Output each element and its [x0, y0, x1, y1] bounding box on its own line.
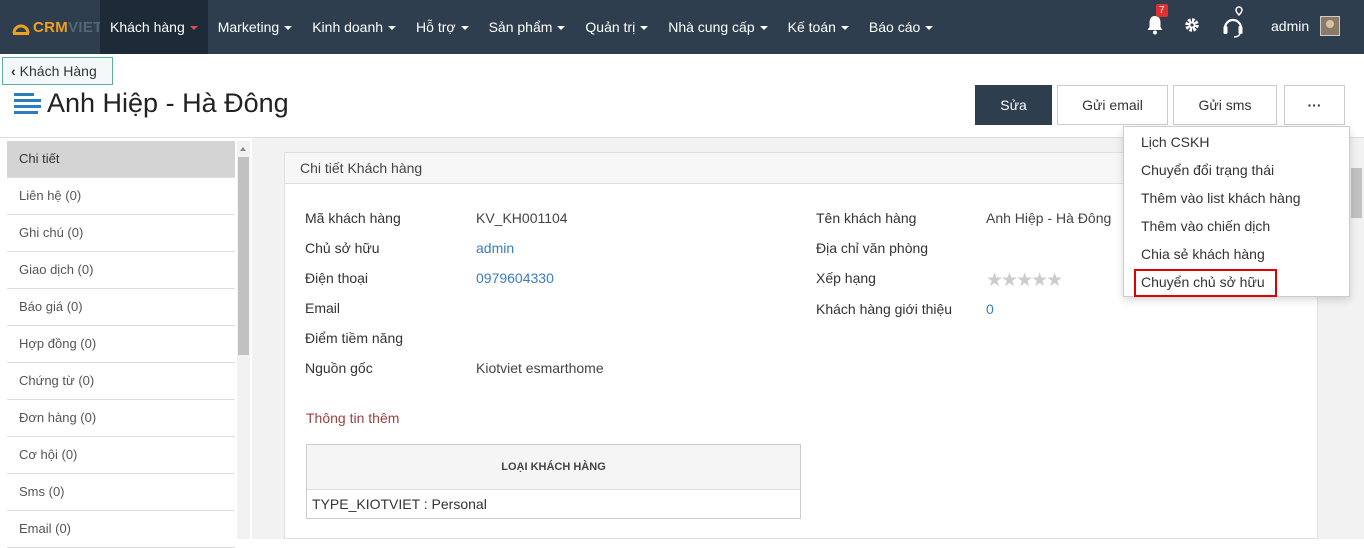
field-value-customer-code: KV_KH001104	[476, 210, 568, 226]
user-name[interactable]: admin	[1271, 18, 1309, 34]
menu-customers[interactable]: Khách hàng	[100, 0, 208, 54]
caret-down-icon	[640, 26, 649, 31]
logo-text: CRMVIET	[33, 19, 103, 36]
menu-item-add-to-campaign[interactable]: Thêm vào chiến dịch	[1141, 218, 1270, 234]
chevron-left-icon: ‹	[11, 63, 16, 79]
scroll-up-arrow-icon[interactable]	[240, 147, 246, 151]
field-value-phone[interactable]: 0979604330	[476, 270, 554, 286]
sidebar-scrollbar[interactable]	[237, 141, 250, 539]
customer-type-table: LOẠI KHÁCH HÀNG TYPE_KIOTVIET : Personal	[306, 444, 801, 519]
field-label-office-address: Địa chỉ văn phòng	[816, 240, 929, 256]
content-scrollbar[interactable]	[1349, 152, 1364, 539]
crm-logo-icon	[12, 24, 30, 35]
sidebar-item-quotes[interactable]: Báo giá (0)	[7, 289, 235, 326]
list-icon	[14, 92, 41, 115]
sidebar-item-notes[interactable]: Ghi chú (0)	[7, 215, 235, 252]
sidebar-item-detail[interactable]: Chi tiết	[7, 141, 235, 178]
field-label-source: Nguồn gốc	[305, 360, 373, 376]
field-label-rating: Xếp hạng	[816, 270, 876, 286]
sidebar-item-contacts[interactable]: Liên hệ (0)	[7, 178, 235, 215]
detail-sidebar: Chi tiết Liên hệ (0) Ghi chú (0) Giao dị…	[7, 141, 235, 548]
field-label-email: Email	[305, 300, 341, 316]
logo[interactable]: CRMVIET	[12, 19, 103, 36]
field-value-customer-name: Anh Hiệp - Hà Đông	[986, 210, 1112, 226]
caret-down-icon	[840, 26, 849, 31]
menu-accounting[interactable]: Kế toán	[778, 0, 859, 54]
sidebar-item-transactions[interactable]: Giao dịch (0)	[7, 252, 235, 289]
menu-products[interactable]: Sản phẩm	[479, 0, 576, 54]
field-value-referrer[interactable]: 0	[986, 301, 994, 317]
sidebar-item-vouchers[interactable]: Chứng từ (0)	[7, 363, 235, 400]
caret-down-icon	[925, 26, 934, 31]
menu-item-share-customer[interactable]: Chia sẻ khách hàng	[1141, 246, 1265, 262]
menu-reports[interactable]: Báo cáo	[859, 0, 943, 54]
menu-suppliers[interactable]: Nhà cung cấp	[658, 0, 777, 54]
caret-down-icon	[460, 26, 469, 31]
caret-down-icon	[284, 26, 293, 31]
page-title: Anh Hiệp - Hà Đông	[47, 88, 289, 118]
table-cell: TYPE_KIOTVIET : Personal	[312, 496, 487, 512]
field-label-owner: Chủ sở hữu	[305, 240, 380, 256]
headset-icon[interactable]	[1221, 6, 1249, 38]
caret-down-icon	[557, 26, 566, 31]
field-label-customer-name: Tên khách hàng	[816, 210, 917, 226]
menu-admin[interactable]: Quản trị	[575, 0, 658, 54]
notification-badge: 7	[1156, 4, 1168, 17]
edit-button[interactable]: Sửa	[975, 85, 1052, 125]
gear-icon[interactable]	[1184, 17, 1200, 33]
more-info-title: Thông tin thêm	[306, 410, 400, 426]
rating-stars[interactable]: ★★★★★	[986, 269, 1063, 292]
send-sms-button[interactable]: Gửi sms	[1173, 85, 1277, 125]
menu-support[interactable]: Hỗ trợ	[406, 0, 479, 54]
menu-item-care-schedule[interactable]: Lịch CSKH	[1141, 134, 1209, 150]
field-value-owner[interactable]: admin	[476, 240, 514, 256]
sidebar-item-sms[interactable]: Sms (0)	[7, 474, 235, 511]
field-label-phone: Điện thoại	[305, 270, 369, 286]
field-label-customer-code: Mã khách hàng	[305, 210, 401, 226]
caret-down-icon	[759, 26, 768, 31]
sidebar-item-opportunities[interactable]: Cơ hội (0)	[7, 437, 235, 474]
bell-icon[interactable]	[1146, 15, 1164, 35]
field-label-referrer: Khách hàng giới thiệu	[816, 301, 953, 317]
main-menu: Khách hàng Marketing Kinh doanh Hỗ trợ S…	[100, 0, 943, 54]
more-actions-dropdown: Lịch CSKH Chuyển đổi trạng thái Thêm vào…	[1123, 126, 1350, 297]
scrollbar-thumb[interactable]	[238, 157, 249, 355]
sidebar-item-orders[interactable]: Đơn hàng (0)	[7, 400, 235, 437]
menu-sales[interactable]: Kinh doanh	[302, 0, 406, 54]
field-value-source: Kiotviet esmarthome	[476, 360, 604, 376]
sidebar-item-email[interactable]: Email (0)	[7, 511, 235, 548]
table-header: LOẠI KHÁCH HÀNG	[307, 445, 800, 490]
back-to-customers-button[interactable]: ‹ Khách Hàng	[2, 57, 113, 85]
caret-down-icon	[388, 26, 397, 31]
menu-item-change-status[interactable]: Chuyển đổi trạng thái	[1141, 162, 1274, 178]
menu-marketing[interactable]: Marketing	[208, 0, 302, 54]
field-label-potential-score: Điểm tiềm năng	[305, 330, 404, 346]
highlight-box	[1134, 269, 1277, 297]
sidebar-item-contracts[interactable]: Hợp đồng (0)	[7, 326, 235, 363]
more-actions-button[interactable]: ···	[1284, 85, 1345, 125]
avatar[interactable]	[1320, 16, 1340, 36]
caret-down-icon	[189, 26, 198, 31]
page-title-wrap: Anh Hiệp - Hà Đông	[14, 88, 289, 119]
send-email-button[interactable]: Gửi email	[1057, 85, 1168, 125]
scrollbar-thumb[interactable]	[1351, 168, 1362, 218]
top-navbar: CRMVIET Khách hàng Marketing Kinh doanh …	[0, 0, 1364, 54]
menu-item-add-to-list[interactable]: Thêm vào list khách hàng	[1141, 190, 1301, 206]
